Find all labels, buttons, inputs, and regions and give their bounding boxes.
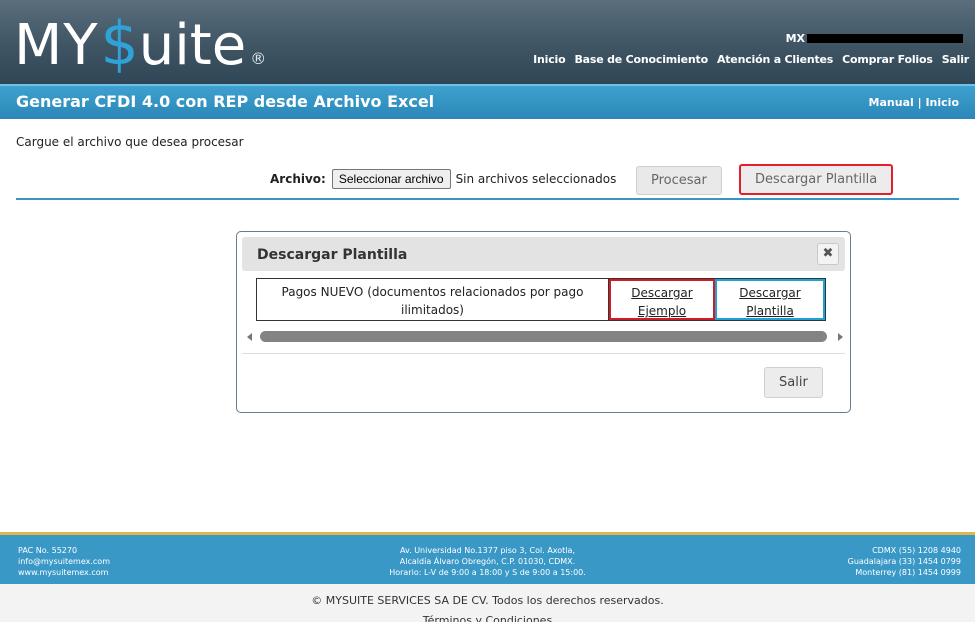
scroll-thumb[interactable] [260, 331, 827, 342]
logo-text-uite: uite [138, 13, 247, 78]
footer-address-line: Av. Universidad No.1377 piso 3, Col. Axo… [399, 546, 575, 555]
logo-text-my: MY [14, 13, 99, 78]
dialog-title: Descargar Plantilla [257, 247, 408, 263]
descargar-plantilla-button[interactable]: Descargar Plantilla [739, 164, 894, 195]
nav-salir[interactable]: Salir [942, 53, 970, 66]
descargar-plantilla-dialog: Descargar Plantilla ✖ Pagos NUEVO (docum… [236, 231, 851, 413]
dialog-separator [242, 353, 845, 354]
procesar-button[interactable]: Procesar [636, 166, 722, 195]
scroll-right-icon[interactable] [838, 333, 843, 341]
upload-instruction: Cargue el archivo que desea procesar [16, 135, 244, 149]
scroll-left-icon[interactable] [247, 333, 252, 341]
page-title-bar: Generar CFDI 4.0 con REP desde Archivo E… [0, 84, 975, 119]
footer-address: Av. Universidad No.1377 piso 3, Col. Axo… [0, 545, 975, 578]
top-nav: Inicio Base de Conocimiento Atención a C… [533, 53, 969, 66]
logo-registered-mark: ® [250, 49, 267, 68]
select-file-button[interactable]: Seleccionar archivo [331, 169, 451, 189]
descargar-ejemplo-link[interactable]: Descargar Ejemplo [631, 286, 692, 318]
descargar-plantilla-cell: Descargar Plantilla [715, 279, 825, 320]
nav-comprar-folios[interactable]: Comprar Folios [842, 53, 933, 66]
footer-hours: Horario: L-V de 9:00 a 18:00 y S de 9:00… [389, 568, 586, 577]
terms-link[interactable]: Términos y Condiciones [0, 611, 975, 622]
logo-dollar: $ [100, 9, 139, 79]
template-description: Pagos NUEVO (documentos relacionados por… [257, 279, 609, 320]
nav-base-conocimiento[interactable]: Base de Conocimiento [574, 53, 708, 66]
footer-phones: CDMX (55) 1208 4940 Guadalajara (33) 145… [848, 545, 961, 578]
inicio-link[interactable]: Inicio [925, 96, 959, 109]
no-file-status: Sin archivos seleccionados [455, 172, 617, 186]
footer-phone-cdmx: CDMX (55) 1208 4940 [872, 546, 961, 555]
footer-phone-monterrey: Monterrey (81) 1454 0999 [855, 568, 961, 577]
descargar-plantilla-link[interactable]: Descargar Plantilla [739, 286, 800, 318]
horizontal-scrollbar[interactable] [247, 330, 843, 346]
footer: PAC No. 55270 info@mysuitemex.com www.my… [0, 532, 975, 584]
mysuite-logo[interactable]: MY $ uite ® [14, 8, 266, 74]
footer-phone-guadalajara: Guadalajara (33) 1454 0799 [847, 557, 961, 566]
title-links-separator: | [913, 96, 926, 109]
template-table: Pagos NUEVO (documentos relacionados por… [256, 278, 826, 321]
dialog-header: Descargar Plantilla ✖ [242, 237, 845, 271]
app-header: MY $ uite ® MX Inicio Base de Conocimien… [0, 0, 975, 84]
copyright-bar: © MYSUITE SERVICES SA DE CV. Todos los d… [0, 584, 975, 622]
page-title: Generar CFDI 4.0 con REP desde Archivo E… [16, 92, 435, 111]
user-id-redacted [807, 34, 963, 43]
salir-button[interactable]: Salir [764, 367, 823, 398]
divider [16, 198, 959, 200]
nav-atencion-clientes[interactable]: Atención a Clientes [717, 53, 833, 66]
upload-row: Archivo: Seleccionar archivo Sin archivo… [270, 162, 616, 196]
close-icon[interactable]: ✖ [817, 243, 839, 265]
nav-inicio[interactable]: Inicio [533, 53, 566, 66]
archivo-label: Archivo: [270, 172, 326, 186]
user-id-prefix: MX [785, 32, 805, 45]
descargar-ejemplo-cell: Descargar Ejemplo [609, 279, 715, 320]
copyright-text: © MYSUITE SERVICES SA DE CV. Todos los d… [311, 594, 664, 607]
manual-link[interactable]: Manual [869, 96, 914, 109]
footer-address-line: Alcaldía Álvaro Obregón, C.P. 01030, CDM… [399, 557, 576, 566]
title-links: Manual | Inicio [869, 96, 959, 109]
user-id: MX [786, 32, 963, 45]
